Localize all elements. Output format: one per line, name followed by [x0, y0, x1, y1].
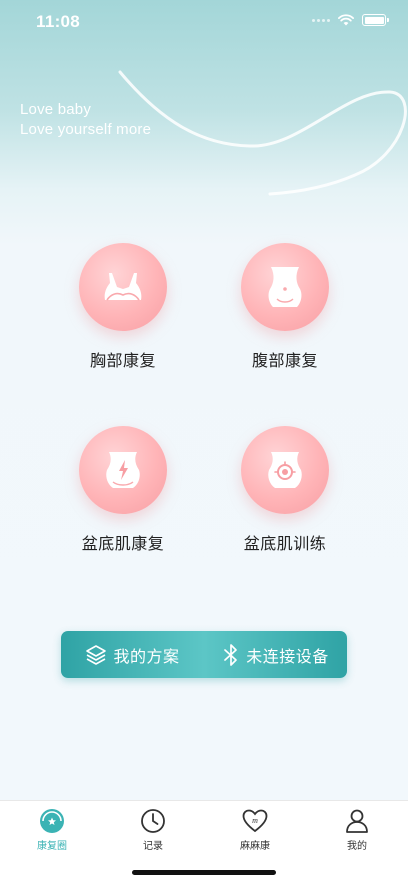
- status-bar: 11:08: [0, 0, 408, 44]
- tab-label: 麻麻康: [240, 841, 270, 852]
- battery-icon: [362, 14, 389, 26]
- bra-icon: [104, 273, 142, 301]
- svg-text:m: m: [252, 816, 258, 825]
- bluetooth-icon: [224, 643, 238, 666]
- clock-icon: [141, 809, 165, 833]
- feature-pelvic-rehab[interactable]: 盆底肌康复: [53, 426, 193, 554]
- banner-slogan: Love baby Love yourself more: [20, 100, 151, 140]
- my-plan-button[interactable]: 我的方案: [61, 631, 204, 678]
- my-plan-label: 我的方案: [113, 646, 180, 666]
- pelvic-energy-icon: [106, 452, 140, 488]
- home-screen: 11:08 Love baby Love yourself more 胸部康复 …: [0, 0, 408, 883]
- feature-chest-rehab[interactable]: 胸部康复: [53, 243, 193, 371]
- person-icon: [346, 809, 368, 833]
- home-indicator: [132, 870, 276, 875]
- tab-records[interactable]: 记录: [113, 807, 193, 852]
- slogan-line-2: Love yourself more: [20, 121, 152, 138]
- pelvic-training-icon: [268, 452, 302, 488]
- status-time: 11:08: [36, 12, 81, 31]
- tab-label: 记录: [143, 841, 163, 852]
- tab-rehab-circle[interactable]: 康复圈: [12, 807, 92, 852]
- action-bar: 我的方案 未连接设备: [61, 631, 347, 678]
- device-status-label: 未连接设备: [246, 646, 329, 666]
- status-icons: [312, 14, 389, 26]
- tab-mine[interactable]: 我的: [317, 807, 397, 852]
- badge-star-icon: [40, 809, 64, 833]
- tab-mamakang[interactable]: m 麻麻康: [215, 807, 295, 852]
- tab-label: 康复圈: [37, 841, 67, 852]
- slogan-line-1: Love baby: [20, 101, 92, 118]
- feature-label: 胸部康复: [89, 351, 156, 370]
- feature-label: 盆底肌训练: [243, 534, 327, 553]
- layers-icon: [86, 644, 107, 665]
- heart-m-icon: m: [242, 809, 268, 833]
- feature-abdomen-rehab[interactable]: 腹部康复: [215, 243, 355, 371]
- abdomen-icon: [268, 267, 302, 307]
- feature-pelvic-training[interactable]: 盆底肌训练: [215, 426, 355, 554]
- connect-device-button[interactable]: 未连接设备: [204, 631, 347, 678]
- tab-label: 我的: [347, 841, 367, 852]
- wifi-icon: [338, 14, 354, 26]
- signal-icon: [312, 18, 330, 22]
- feature-label: 腹部康复: [251, 351, 318, 370]
- feature-label: 盆底肌康复: [81, 534, 165, 553]
